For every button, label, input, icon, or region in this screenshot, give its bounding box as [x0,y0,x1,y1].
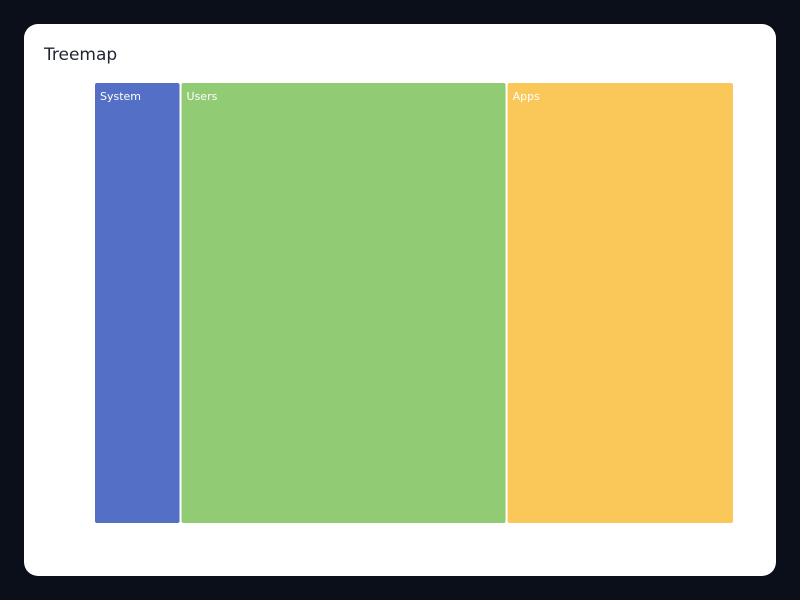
treemap-label-system: System [100,90,141,103]
treemap-label-apps: Apps [513,90,540,103]
treemap-chart: System Users Apps [95,83,733,523]
chart-card: Treemap System Users Apps [24,24,776,576]
treemap-cell-users[interactable] [181,83,506,523]
chart-title: Treemap [44,45,118,65]
treemap-label-users: Users [187,90,218,103]
treemap-cell-system[interactable] [95,83,180,523]
treemap-cell-apps[interactable] [507,83,733,523]
